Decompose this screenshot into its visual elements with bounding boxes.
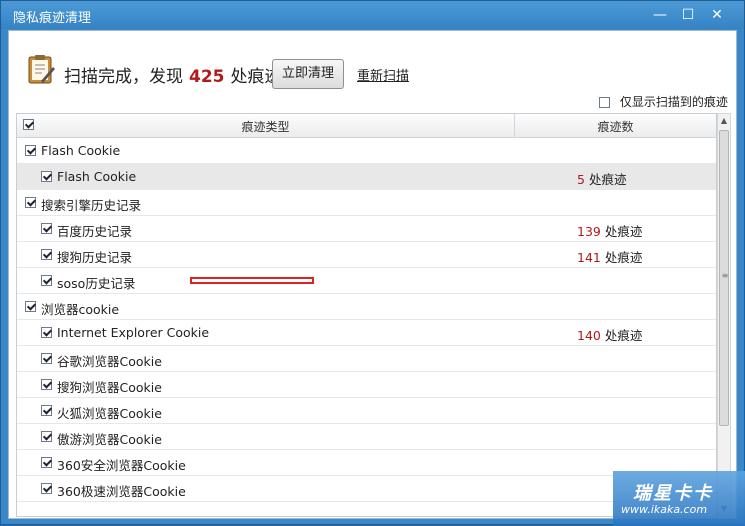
scrollbar-thumb[interactable]: ≡ [719, 130, 729, 426]
row-count-unit: 处痕迹 [604, 224, 643, 239]
row-checkbox[interactable] [25, 197, 36, 208]
row-count-unit: 处痕迹 [604, 250, 643, 265]
row-count: 5 处痕迹 [577, 169, 626, 188]
watermark-logo: 瑞星卡卡 www.ikaka.com [613, 471, 745, 526]
row-count: 140 处痕迹 [577, 325, 642, 344]
show-found-only-label: 仅显示扫描到的痕迹 [619, 95, 728, 109]
row-count-number: 5 [577, 172, 585, 187]
category-row[interactable]: Flash Cookie [17, 138, 716, 164]
row-label: Flash Cookie [57, 169, 137, 184]
table-row[interactable]: 搜狗历史记录 141 处痕迹 [17, 242, 716, 268]
app-window: 隐私痕迹清理 — ☐ ✕ 扫描完成，发现 425 处痕迹 立即清理 重新扫描 仅显示… [0, 0, 745, 526]
table-row[interactable]: Flash Cookie 5 处痕迹 [17, 164, 716, 190]
highlight-box [190, 277, 314, 284]
trace-table: 痕迹类型 痕迹数 Flash Cookie Flash Cookie 5 处痕迹 搜索引… [16, 113, 717, 517]
row-label: 360极速浏览器Cookie [57, 484, 186, 499]
row-label: 火狐浏览器Cookie [57, 406, 162, 421]
row-label: 搜索引擎历史记录 [41, 198, 142, 213]
vertical-scrollbar[interactable]: ▲ ≡ ▼ [717, 113, 731, 517]
row-label: 搜狗浏览器Cookie [57, 380, 162, 395]
table-row[interactable]: 360安全浏览器Cookie [17, 450, 716, 476]
row-checkbox[interactable] [41, 249, 52, 260]
row-checkbox[interactable] [41, 457, 52, 468]
row-label: 360安全浏览器Cookie [57, 458, 186, 473]
scroll-up-icon[interactable]: ▲ [718, 114, 730, 128]
table-row[interactable]: 火狐浏览器Cookie [17, 398, 716, 424]
row-label: 谷歌浏览器Cookie [57, 354, 162, 369]
row-label: 浏览器cookie [41, 302, 120, 317]
watermark-url: www.ikaka.com [621, 503, 708, 516]
title-bar[interactable]: 隐私痕迹清理 — ☐ ✕ [1, 1, 744, 29]
watermark-main: 瑞星卡卡 [633, 483, 713, 504]
main-panel: 扫描完成，发现 425 处痕迹 立即清理 重新扫描 仅显示扫描到的痕迹 痕迹类型 痕… [8, 30, 737, 519]
window-title: 隐私痕迹清理 [13, 11, 92, 26]
scan-summary: 扫描完成，发现 425 处痕迹 [64, 62, 282, 87]
table-row[interactable]: 傲游浏览器Cookie [17, 424, 716, 450]
maximize-button[interactable]: ☐ [677, 5, 699, 25]
trace-total-count: 425 [189, 67, 225, 87]
summary-prefix: 扫描完成，发现 [64, 67, 183, 87]
row-count: 139 处痕迹 [577, 221, 642, 240]
row-count: 141 处痕迹 [577, 247, 642, 266]
row-checkbox[interactable] [41, 353, 52, 364]
row-label: 搜狗历史记录 [57, 250, 133, 265]
row-checkbox[interactable] [41, 405, 52, 416]
minimize-button[interactable]: — [649, 5, 671, 25]
row-count-number: 140 [577, 328, 601, 343]
row-checkbox[interactable] [41, 275, 52, 286]
row-checkbox[interactable] [41, 483, 52, 494]
row-checkbox[interactable] [25, 145, 36, 156]
row-count-number: 141 [577, 250, 601, 265]
row-checkbox[interactable] [41, 171, 52, 182]
grip-icon: ≡ [721, 271, 729, 280]
row-label: Internet Explorer Cookie [57, 325, 210, 340]
row-checkbox[interactable] [41, 379, 52, 390]
table-row[interactable]: 百度历史记录 139 处痕迹 [17, 216, 716, 242]
table-row[interactable]: 搜狗浏览器Cookie [17, 372, 716, 398]
table-header: 痕迹类型 痕迹数 [17, 114, 716, 138]
table-row[interactable]: 谷歌浏览器Cookie [17, 346, 716, 372]
row-label: 百度历史记录 [57, 224, 133, 239]
row-checkbox[interactable] [41, 431, 52, 442]
show-found-only-checkbox[interactable] [599, 97, 610, 108]
show-found-only-filter[interactable]: 仅显示扫描到的痕迹 [599, 93, 728, 110]
table-row[interactable]: Internet Explorer Cookie 140 处痕迹 [17, 320, 716, 346]
row-count-number: 139 [577, 224, 601, 239]
table-row[interactable]: soso历史记录 [17, 268, 716, 294]
table-body: Flash Cookie Flash Cookie 5 处痕迹 搜索引擎历史记录 百度历史… [17, 138, 716, 502]
row-checkbox[interactable] [41, 223, 52, 234]
category-row[interactable]: 浏览器cookie [17, 294, 716, 320]
row-count-unit: 处痕迹 [588, 172, 627, 187]
close-button[interactable]: ✕ [706, 5, 728, 25]
row-checkbox[interactable] [25, 301, 36, 312]
column-header-count[interactable]: 痕迹数 [515, 118, 716, 135]
table-row[interactable]: 360极速浏览器Cookie [17, 476, 716, 502]
row-label: 傲游浏览器Cookie [57, 432, 162, 447]
row-label: Flash Cookie [41, 143, 121, 158]
row-checkbox[interactable] [41, 327, 52, 338]
category-row[interactable]: 搜索引擎历史记录 [17, 190, 716, 216]
column-header-type[interactable]: 痕迹类型 [17, 118, 514, 135]
clean-now-button[interactable]: 立即清理 [272, 59, 344, 89]
clipboard-brush-icon [28, 55, 55, 84]
row-count-unit: 处痕迹 [604, 328, 643, 343]
row-label: soso历史记录 [57, 276, 136, 291]
rescan-link[interactable]: 重新扫描 [357, 65, 409, 84]
